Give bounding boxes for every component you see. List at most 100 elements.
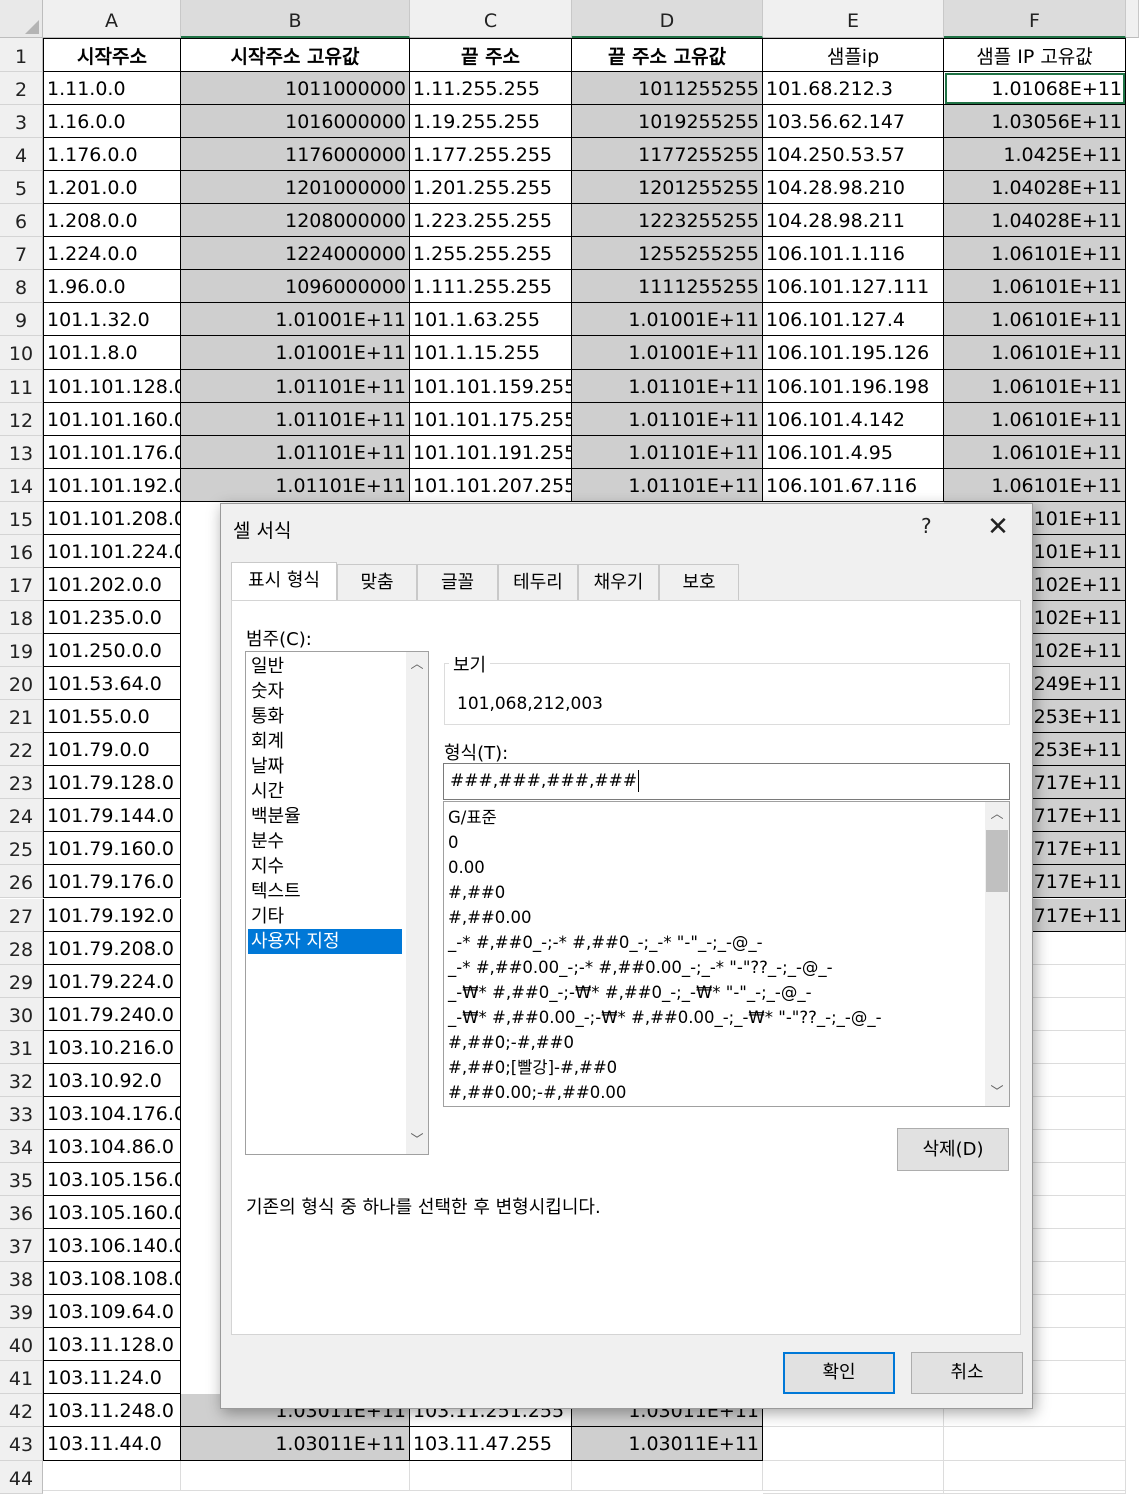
cell-d10[interactable]: 1.01001E+11 xyxy=(572,336,763,370)
cell-a4[interactable]: 1.176.0.0 xyxy=(43,138,181,172)
cell-d11[interactable]: 1.01101E+11 xyxy=(572,369,763,403)
column-header-b[interactable]: B xyxy=(181,0,410,38)
cell-a34[interactable]: 103.104.86.0 xyxy=(43,1129,181,1163)
column-header-e[interactable]: E xyxy=(763,0,944,38)
cell-a26[interactable]: 101.79.176.0 xyxy=(43,865,181,899)
row-header-27[interactable]: 27 xyxy=(0,898,43,932)
cell-b10[interactable]: 1.01001E+11 xyxy=(181,336,410,370)
row-header-4[interactable]: 4 xyxy=(0,138,43,172)
tab-alignment[interactable]: 맞춤 xyxy=(337,564,417,600)
format-code-item[interactable]: G/표준 xyxy=(448,805,497,830)
cell-e4[interactable]: 104.250.53.57 xyxy=(763,138,944,172)
cell-a21[interactable]: 101.55.0.0 xyxy=(43,700,181,734)
delete-button[interactable]: 삭제(D) xyxy=(897,1128,1009,1171)
cell-c13[interactable]: 101.101.191.255 xyxy=(410,435,572,469)
cell-a28[interactable]: 101.79.208.0 xyxy=(43,931,181,965)
cell-c4[interactable]: 1.177.255.255 xyxy=(410,138,572,172)
format-code-item[interactable]: #,##0;[빨강]-#,##0 xyxy=(448,1055,617,1080)
cell-d8[interactable]: 1111255255 xyxy=(572,270,763,304)
format-code-item[interactable]: #,##0.00;-#,##0.00 xyxy=(448,1080,626,1105)
row-header-41[interactable]: 41 xyxy=(0,1361,43,1395)
cell-f10[interactable]: 1.06101E+11 xyxy=(944,336,1126,370)
cell-b14[interactable]: 1.01101E+11 xyxy=(181,468,410,502)
cell-c11[interactable]: 101.101.159.255 xyxy=(410,369,572,403)
cell-f5[interactable]: 1.04028E+11 xyxy=(944,171,1126,205)
row-header-32[interactable]: 32 xyxy=(0,1063,43,1097)
header-cell-d[interactable]: 끝 주소 고유값 xyxy=(572,38,763,72)
cell-f8[interactable]: 1.06101E+11 xyxy=(944,270,1126,304)
category-item[interactable]: 텍스트 xyxy=(248,879,402,904)
cell-a16[interactable]: 101.101.224.0 xyxy=(43,534,181,568)
cell-c14[interactable]: 101.101.207.255 xyxy=(410,468,572,502)
cell-b12[interactable]: 1.01101E+11 xyxy=(181,402,410,436)
cell-a30[interactable]: 101.79.240.0 xyxy=(43,997,181,1031)
cell-a10[interactable]: 101.1.8.0 xyxy=(43,336,181,370)
cell-b11[interactable]: 1.01101E+11 xyxy=(181,369,410,403)
cell-f6[interactable]: 1.04028E+11 xyxy=(944,204,1126,238)
cell-d6[interactable]: 1223255255 xyxy=(572,204,763,238)
cell-a7[interactable]: 1.224.0.0 xyxy=(43,237,181,271)
cell-a32[interactable]: 103.10.92.0 xyxy=(43,1063,181,1097)
cell-a42[interactable]: 103.11.248.0 xyxy=(43,1394,181,1428)
help-button[interactable]: ? xyxy=(921,514,932,538)
tab-font[interactable]: 글꼴 xyxy=(417,564,498,600)
row-header-43[interactable]: 43 xyxy=(0,1427,43,1461)
cell-c12[interactable]: 101.101.175.255 xyxy=(410,402,572,436)
cell-c9[interactable]: 101.1.63.255 xyxy=(410,303,572,337)
close-icon[interactable]: ✕ xyxy=(981,510,1015,544)
select-all-corner[interactable] xyxy=(0,0,43,38)
cell-a27[interactable]: 101.79.192.0 xyxy=(43,898,181,932)
cell-a3[interactable]: 1.16.0.0 xyxy=(43,105,181,139)
tab-number[interactable]: 표시 형식 xyxy=(231,562,337,600)
cell-b6[interactable]: 1208000000 xyxy=(181,204,410,238)
row-header-20[interactable]: 20 xyxy=(0,667,43,701)
category-item[interactable]: 통화 xyxy=(248,704,402,729)
cell-a11[interactable]: 101.101.128.0 xyxy=(43,369,181,403)
row-header-31[interactable]: 31 xyxy=(0,1030,43,1064)
row-header-35[interactable]: 35 xyxy=(0,1162,43,1197)
cell-d4[interactable]: 1177255255 xyxy=(572,138,763,172)
format-code-item[interactable]: #,##0.00 xyxy=(448,905,531,930)
cell-e10[interactable]: 106.101.195.126 xyxy=(763,336,944,370)
column-header-f[interactable]: F xyxy=(944,0,1126,38)
column-header-d[interactable]: D xyxy=(572,0,763,38)
row-header-22[interactable]: 22 xyxy=(0,733,43,767)
category-list[interactable]: 일반 숫자 통화 회계 날짜 시간 백분율 분수 지수 텍스트 기타 사용자 지정 ︿ ﹀ xyxy=(245,651,429,1155)
cell-e8[interactable]: 106.101.127.111 xyxy=(763,270,944,304)
cell-f13[interactable]: 1.06101E+11 xyxy=(944,435,1126,469)
format-code-list[interactable]: G/표준 0 0.00 #,##0 #,##0.00 _-* #,##0_-;-* #,#… xyxy=(443,801,1010,1107)
row-header-17[interactable]: 17 xyxy=(0,567,43,601)
format-code-item[interactable]: _-* #,##0.00_-;-* #,##0.00_-;_-* "-"??_-… xyxy=(448,955,833,980)
cell-a18[interactable]: 101.235.0.0 xyxy=(43,600,181,634)
cell-b2[interactable]: 1011000000 xyxy=(181,72,410,106)
cell-b13[interactable]: 1.01101E+11 xyxy=(181,435,410,469)
row-header-33[interactable]: 33 xyxy=(0,1096,43,1130)
cell-a6[interactable]: 1.208.0.0 xyxy=(43,204,181,238)
row-header-26[interactable]: 26 xyxy=(0,865,43,899)
row-header-7[interactable]: 7 xyxy=(0,237,43,271)
cell-a31[interactable]: 103.10.216.0 xyxy=(43,1030,181,1064)
column-header-g[interactable] xyxy=(1126,0,1139,38)
row-header-44[interactable]: 44 xyxy=(0,1460,43,1494)
empty-cell[interactable] xyxy=(43,1460,181,1491)
row-header-8[interactable]: 8 xyxy=(0,270,43,304)
empty-cell[interactable] xyxy=(944,1427,1126,1461)
row-header-28[interactable]: 28 xyxy=(0,931,43,965)
row-header-15[interactable]: 15 xyxy=(0,501,43,535)
cell-a23[interactable]: 101.79.128.0 xyxy=(43,766,181,800)
cell-a13[interactable]: 101.101.176.0 xyxy=(43,435,181,469)
row-header-25[interactable]: 25 xyxy=(0,832,43,866)
cell-e14[interactable]: 106.101.67.116 xyxy=(763,468,944,502)
cell-b43[interactable]: 1.03011E+11 xyxy=(181,1427,410,1461)
category-item[interactable]: 분수 xyxy=(248,829,402,854)
empty-cell[interactable] xyxy=(181,1460,410,1491)
header-cell-a[interactable]: 시작주소 xyxy=(43,38,181,72)
cell-c2[interactable]: 1.11.255.255 xyxy=(410,72,572,106)
tab-border[interactable]: 테두리 xyxy=(498,564,578,600)
cell-a33[interactable]: 103.104.176.0 xyxy=(43,1096,181,1130)
scroll-up-icon[interactable]: ︿ xyxy=(406,654,428,676)
scroll-thumb[interactable] xyxy=(986,830,1008,892)
row-header-16[interactable]: 16 xyxy=(0,534,43,568)
row-header-9[interactable]: 9 xyxy=(0,303,43,337)
cell-a9[interactable]: 101.1.32.0 xyxy=(43,303,181,337)
